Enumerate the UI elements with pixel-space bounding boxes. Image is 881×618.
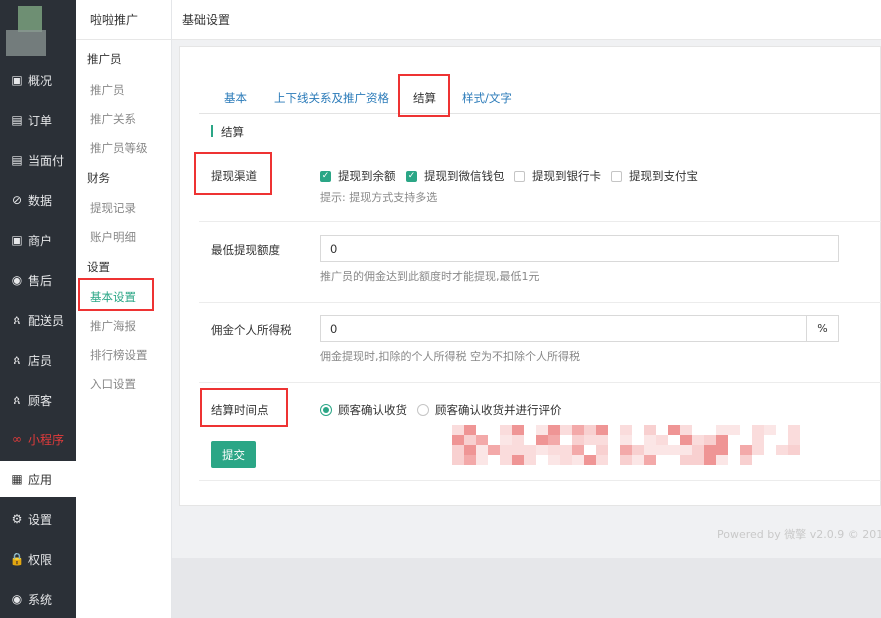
system-icon: ◉ [11,592,23,606]
nav-item-label: 概况 [28,73,53,88]
checkbox-alipay[interactable]: 提现到支付宝 [611,168,698,184]
sub-nav-group-title: 设置 [87,260,110,274]
nav-item-5[interactable]: ◉ 售后 [0,262,76,298]
min-withdraw-help: 推广员的佣金达到此额度时才能提现,最低1元 [320,270,540,283]
checkbox-bank[interactable]: 提现到银行卡 [514,168,601,184]
nav-item-8[interactable]: ጰ 顾客 [0,382,76,418]
miniprogram-icon: ∞ [12,432,22,446]
sub-nav-item[interactable]: 推广海报 [90,318,136,334]
min-withdraw-label: 最低提现额度 [211,243,280,257]
settings-icon: ⚙ [11,512,23,526]
income-tax-label: 佣金个人所得税 [211,323,292,337]
nav-item-label: 当面付 [28,153,65,168]
data-icon: ⊘ [11,193,23,207]
highlight-box-basic-settings [78,278,154,311]
sub-nav-item[interactable]: 推广关系 [90,111,136,127]
checkbox-balance[interactable]: ✓ 提现到余额 [320,168,396,184]
nav-item-9[interactable]: ∞ 小程序 [0,421,76,457]
sub-nav-group-title: 财务 [87,171,110,185]
lock-icon: 🔒 [9,552,25,566]
income-tax-input[interactable]: 0 [320,315,807,342]
footer: Powered by 微擎 v2.0.9 © 2014- [172,506,881,558]
nav-item-label: 应用 [28,472,53,487]
nav-item-label: 小程序 [28,432,65,447]
nav-item-label: 设置 [28,512,53,527]
sub-nav-item[interactable]: 排行榜设置 [90,347,148,363]
avatar[interactable] [4,4,46,56]
nav-item-label: 顾客 [28,393,53,408]
tab-basic[interactable]: 基本 [224,90,247,106]
min-withdraw-input[interactable]: 0 [320,235,839,262]
tab-relations[interactable]: 上下线关系及推广资格 [274,90,389,106]
after-sale-icon: ◉ [11,273,23,287]
nav-item-label: 订单 [28,113,53,128]
nav-item-label: 商户 [28,233,53,248]
nav-item-0[interactable]: ▣ 概况 [0,62,76,98]
sub-nav-item[interactable]: 账户明细 [90,229,136,245]
nav-item-1[interactable]: ▤ 订单 [0,102,76,138]
order-icon: ▤ [11,113,23,127]
section-title: 结算 [211,124,244,140]
apps-icon: ▦ [11,472,23,486]
submit-button[interactable]: 提交 [211,441,256,468]
sub-nav: 啦啦推广 推广员 推广员 推广关系 推广员等级 财务 提现记录 账户明细 设置 基本设置 推广海报… [76,0,172,618]
percent-addon: % [807,315,839,342]
nav-item-label: 配送员 [28,313,65,328]
highlight-box-tab [398,74,450,117]
radio-confirm-and-review[interactable]: 顾客确认收货并进行评价 [417,402,562,418]
face-pay-icon: ▤ [11,153,23,167]
tab-style-text[interactable]: 样式/文字 [462,90,512,106]
sub-nav-item[interactable]: 推广员 [90,82,125,98]
nav-item-12[interactable]: 🔒 权限 [0,541,76,577]
nav-item-7[interactable]: ጰ 店员 [0,342,76,378]
sub-nav-item[interactable]: 入口设置 [90,376,136,392]
check-icon: ✓ [320,170,331,182]
withdraw-channel-help: 提示: 提现方式支持多选 [320,191,438,204]
nav-item-13[interactable]: ◉ 系统 [0,581,76,617]
footer-powered-by: Powered by 微擎 v2.0.9 © 2014- [717,528,881,541]
redacted-area [452,425,800,465]
highlight-box-withdraw [194,152,272,195]
checkbox-wechat[interactable]: ✓ 提现到微信钱包 [406,168,505,184]
nav-item-label: 系统 [28,592,53,607]
merchant-icon: ▣ [11,233,23,247]
nav-item-label: 售后 [28,273,53,288]
radio-confirm-receipt[interactable]: 顾客确认收货 [320,402,407,418]
nav-item-label: 数据 [28,193,53,208]
page-title: 基础设置 [172,0,881,40]
highlight-box-settle [200,388,288,427]
nav-item-11[interactable]: ⚙ 设置 [0,501,76,537]
customer-icon: ጰ [13,393,21,407]
check-icon: ✓ [406,170,417,182]
sub-nav-group-title: 推广员 [87,52,122,66]
nav-item-6[interactable]: ጰ 配送员 [0,302,76,338]
tab-divider [199,113,881,114]
sub-nav-item[interactable]: 提现记录 [90,200,136,216]
income-tax-help: 佣金提现时,扣除的个人所得税 空为不扣除个人所得税 [320,350,580,363]
nav-item-label: 店员 [28,353,53,368]
main-nav: ▣ 概况 ▤ 订单 ▤ 当面付 ⊘ 数据 ▣ 商户 ◉ 售后 ጰ 配送员 ጰ 店员 ጰ 顾客 ∞ 小程序 ▦ 应用 ⚙ 设置 🔒… [0,0,76,618]
nav-item-2[interactable]: ▤ 当面付 [0,142,76,178]
nav-item-10[interactable]: ▦ 应用 [0,461,76,497]
overview-icon: ▣ [11,73,23,87]
sub-nav-item[interactable]: 推广员等级 [90,140,148,156]
nav-item-label: 权限 [28,552,53,567]
clerk-icon: ጰ [13,353,21,367]
nav-item-3[interactable]: ⊘ 数据 [0,182,76,218]
nav-item-4[interactable]: ▣ 商户 [0,222,76,258]
sub-nav-title: 啦啦推广 [76,0,171,40]
courier-icon: ጰ [13,313,21,327]
